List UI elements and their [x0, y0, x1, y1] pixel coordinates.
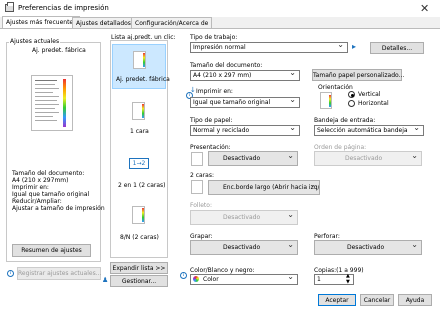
preset-label: 8/N (2 caras) — [120, 234, 159, 241]
cancel-button[interactable]: Cancelar — [360, 294, 394, 306]
copies-label: Copias:(1 a 999) — [314, 267, 364, 274]
two-in-one-icon: 1→2 — [129, 158, 149, 169]
register-settings-button[interactable]: Registrar ajustes actuales... — [17, 267, 101, 280]
orientation-preview-icon — [320, 92, 332, 109]
info-icon: i — [180, 272, 187, 279]
copies-stepper[interactable]: 1 ▲ ▼ — [314, 273, 354, 285]
preset-label: 1 cara — [130, 128, 149, 135]
staple-select[interactable]: Desactivado — [190, 240, 298, 255]
document-preview — [31, 75, 73, 131]
paper-type-select[interactable]: Normal y reciclado — [190, 125, 300, 136]
summary-line: Reducir/Ampliar: — [12, 198, 62, 205]
close-icon[interactable]: ✕ — [420, 2, 429, 15]
info-icon: i — [7, 270, 14, 277]
two-sided-label: 2 caras: — [190, 172, 214, 179]
summary-line: A4 (210 x 297mm) — [12, 177, 69, 184]
vertical-label: Vertical — [358, 91, 381, 98]
help-button[interactable]: Ayuda — [398, 294, 432, 306]
page-order-select[interactable]: Desactivado — [314, 151, 422, 166]
horizontal-label: Horizontal — [358, 100, 389, 107]
color-select[interactable]: Color — [190, 274, 298, 285]
window-title: Preferencias de impresión — [18, 4, 109, 12]
staple-label: Grapar: — [190, 233, 213, 240]
booklet-select[interactable]: Desactivado — [190, 210, 298, 225]
orientation-label: Orientación — [318, 84, 353, 91]
summary-line: Tamaño del documento: — [12, 170, 85, 177]
presentation-label: Presentación: — [190, 144, 231, 151]
tab-frequent[interactable]: Ajustes más frecuentes — [2, 16, 81, 28]
two-sided-icon — [191, 180, 203, 194]
doc-size-select[interactable]: A4 (210 x 297 mm) — [190, 70, 300, 81]
current-settings-title: Ajustes actuales — [9, 38, 61, 45]
job-type-label: Tipo de trabajo: — [190, 34, 238, 41]
summary-line: Igual que tamaño original — [12, 191, 90, 198]
vertical-radio[interactable] — [348, 91, 355, 98]
input-tray-label: Bandeja de entrada: — [314, 117, 376, 124]
title-bar: Preferencias de impresión ✕ — [0, 0, 440, 17]
presentation-select[interactable]: Desactivado — [208, 151, 298, 166]
horizontal-radio[interactable] — [348, 100, 355, 107]
color-label: Color/Blanco y negro: — [190, 267, 255, 274]
two-sided-select[interactable]: Enc.borde largo (Abrir hacia izq/arr) — [208, 180, 320, 195]
booklet-label: Folleto: — [190, 202, 212, 209]
preset-item-8n[interactable]: 8/N (2 caras) — [112, 200, 166, 245]
spin-down-icon[interactable]: ▼ — [346, 279, 350, 285]
user-icon: ♟ — [102, 276, 109, 284]
doc-size-label: Tamaño del documento: — [190, 62, 263, 69]
preset-item-factory[interactable]: Aj. predet. fábrica — [112, 44, 170, 89]
preset-item-one-side[interactable]: 1 cara — [112, 96, 166, 141]
printer-icon — [5, 2, 14, 12]
presentation-icon — [191, 152, 203, 166]
summary-button[interactable]: Resumen de ajustes — [12, 244, 91, 257]
preset-item-2in1[interactable]: 1→2 2 en 1 (2 caras) — [112, 150, 166, 195]
tab-detailed[interactable]: Ajustes detallados — [72, 17, 135, 28]
input-tray-select[interactable]: Selección automática bandeja — [314, 125, 424, 136]
page-order-label: Orden de página: — [314, 144, 367, 151]
preset-label: 2 en 1 (2 caras) — [118, 182, 166, 189]
color-wheel-icon — [193, 276, 199, 282]
current-settings-name: Aj. predet. fábrica — [32, 47, 86, 54]
punch-select[interactable]: Desactivado — [314, 240, 422, 255]
job-type-select[interactable]: Impresión normal — [190, 42, 348, 53]
manage-button[interactable]: Gestionar... — [110, 275, 168, 287]
summary-line: Imprimir en: — [12, 184, 49, 191]
print-on-select[interactable]: Igual que tamaño original — [190, 97, 300, 108]
copies-value: 1 — [317, 276, 321, 283]
accept-button[interactable]: Aceptar — [318, 294, 356, 306]
settings-summary: Tamaño del documento: A4 (210 x 297mm) I… — [12, 170, 105, 212]
paper-type-label: Tipo de papel: — [190, 117, 233, 124]
tab-configuration[interactable]: Configuración/Acerca de — [131, 17, 213, 28]
preset-label: Aj. predet. fábrica — [116, 76, 170, 83]
details-button[interactable]: Detalles... — [370, 42, 424, 54]
play-icon: ▸ — [352, 42, 357, 51]
custom-size-button[interactable]: Tamaño papel personalizado... — [312, 69, 404, 81]
summary-line: Ajustar a tamaño de impresión — [12, 205, 105, 212]
punch-label: Perforar: — [314, 233, 340, 240]
expand-list-button[interactable]: Expandir lista >> — [110, 262, 168, 274]
print-on-label: Imprimir en: — [196, 88, 233, 95]
